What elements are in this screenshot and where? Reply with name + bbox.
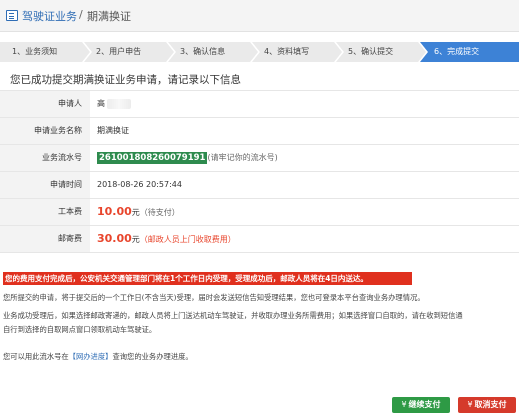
row-serial: 业务流水号 2610018082600791​91 (请牢记你的流水号) xyxy=(0,145,519,172)
step-1: 1、业务须知 xyxy=(0,42,92,62)
fee-amount: 10.00 xyxy=(97,205,132,218)
step-2: 2、用户申告 xyxy=(84,42,176,62)
progress-steps: 1、业务须知 2、用户申告 3、确认信息 4、资料填写 5、确认提交 6、完成提… xyxy=(0,42,519,62)
breadcrumb-separator: / xyxy=(79,8,83,21)
serial-number: 2610018082600791​91 xyxy=(97,152,208,164)
serial-label: 业务流水号 xyxy=(0,145,90,171)
time-label: 申请时间 xyxy=(0,172,90,198)
progress-link[interactable]: 【网办进度】 xyxy=(69,352,113,361)
redacted-name xyxy=(107,98,131,109)
row-fee: 工本费 10.00元（待支付） xyxy=(0,199,519,226)
postage-value-cell: 30.00元（邮政人员上门收取费用） xyxy=(97,232,236,245)
serial-value-cell: 2610018082600791​91 (请牢记你的流水号) xyxy=(97,145,278,171)
row-business: 申请业务名称 期满换证 xyxy=(0,118,519,145)
yen-icon: ¥ xyxy=(467,400,473,409)
cancel-payment-button[interactable]: ¥ 取消支付 xyxy=(458,397,516,413)
applicant-value: 高 xyxy=(97,91,131,117)
yen-icon: ¥ xyxy=(401,400,407,409)
postage-note: （邮政人员上门收取费用） xyxy=(139,235,236,244)
time-value: 2018-08-26 20:57:44 xyxy=(97,180,182,189)
row-postage: 邮寄费 30.00元（邮政人员上门收取费用） xyxy=(0,226,519,253)
business-value: 期满换证 xyxy=(97,126,129,135)
row-time: 申请时间 2018-08-26 20:57:44 xyxy=(0,172,519,199)
step-4: 4、资料填写 xyxy=(252,42,344,62)
info-paragraph-1: 您所提交的申请，将于提交后的一个工作日(不含当天)受理，届时会发送短信告知受理结… xyxy=(3,293,425,302)
document-icon xyxy=(6,10,18,21)
breadcrumb-main[interactable]: 驾驶证业务 xyxy=(22,8,77,24)
fee-label: 工本费 xyxy=(0,199,90,225)
row-applicant: 申请人 高 xyxy=(0,91,519,118)
step-6-active: 6、完成提交 xyxy=(420,42,519,62)
business-label: 申请业务名称 xyxy=(0,118,90,144)
serial-note: (请牢记你的流水号) xyxy=(207,153,278,162)
step-3: 3、确认信息 xyxy=(168,42,260,62)
postage-label: 邮寄费 xyxy=(0,226,90,252)
info-paragraph-3: 您可以用此流水号在【网办进度】查询您的业务办理进度。 xyxy=(3,352,193,361)
info-paragraph-2a: 业务成功受理后，如果选择邮政寄递的，邮政人员将上门送达机动车驾驶证，并收取办理业… xyxy=(3,311,463,320)
info-table: 申请人 高 申请业务名称 期满换证 业务流水号 2610018082600791… xyxy=(0,90,519,253)
info-paragraph-2b: 自行到选择的自取网点窗口领取机动车驾驶证。 xyxy=(3,325,157,334)
step-5: 5、确认提交 xyxy=(336,42,428,62)
payment-notice: 您的费用支付完成后，公安机关交通管理部门将在1个工作日内受理，受理成功后，邮政人… xyxy=(3,272,412,285)
applicant-label: 申请人 xyxy=(0,91,90,117)
continue-payment-button[interactable]: ¥ 继续支付 xyxy=(392,397,450,413)
postage-amount: 30.00 xyxy=(97,232,132,245)
fee-status: （待支付） xyxy=(139,208,180,217)
fee-value-cell: 10.00元（待支付） xyxy=(97,205,180,218)
breadcrumb-current: 期满换证 xyxy=(87,10,131,23)
success-message: 您已成功提交期满换证业务申请，请记录以下信息 xyxy=(10,74,241,86)
page-header: 驾驶证业务 / 期满换证 xyxy=(0,0,519,32)
